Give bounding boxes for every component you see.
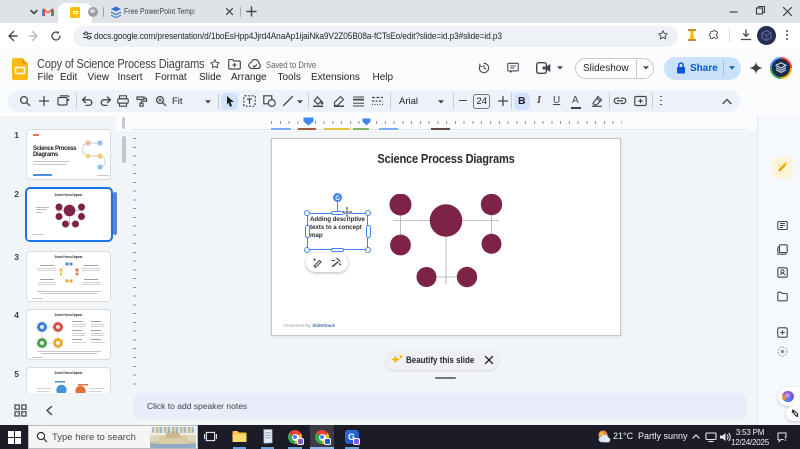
svg-text:1: 1 — [784, 437, 787, 443]
